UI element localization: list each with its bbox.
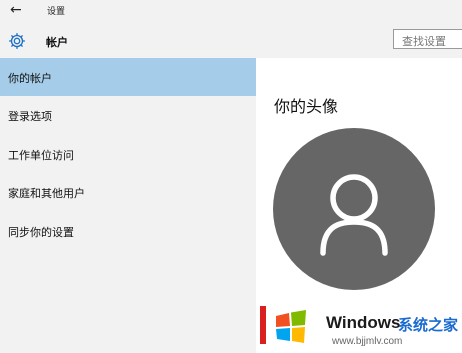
sidebar-item-your-account[interactable]: 你的帐户 — [0, 58, 256, 96]
search-placeholder: 查找设置 — [402, 35, 446, 48]
search-input[interactable]: 查找设置 — [393, 29, 462, 49]
watermark-url: www.bjjmlv.com — [332, 336, 403, 347]
user-silhouette-icon — [320, 174, 388, 256]
gear-icon — [9, 33, 25, 49]
watermark-site-name: 系统之家 — [398, 316, 459, 334]
sidebar-item-work-access[interactable]: 工作单位访问 — [0, 135, 256, 173]
sidebar-item-sign-in-options[interactable]: 登录选项 — [0, 96, 256, 134]
title-bar: ← 设置 — [0, 0, 462, 22]
sidebar-item-sync-settings[interactable]: 同步你的设置 — [0, 212, 256, 250]
sidebar-item-family-users[interactable]: 家庭和其他用户 — [0, 173, 256, 211]
watermark-brand: Windows — [326, 313, 401, 332]
sidebar-item-label: 你的帐户 — [8, 72, 52, 85]
header-bar: 帐户 查找设置 — [0, 22, 462, 58]
watermark: Windows 系统之家 www.bjjmlv.com — [260, 300, 462, 353]
watermark-red-mark — [260, 306, 266, 344]
windows-logo-icon — [276, 310, 306, 343]
sidebar-item-label: 同步你的设置 — [8, 226, 74, 239]
section-title: 帐户 — [46, 36, 68, 49]
sidebar-item-label: 工作单位访问 — [8, 149, 74, 162]
sidebar-item-label: 登录选项 — [8, 110, 52, 123]
sidebar-item-label: 家庭和其他用户 — [8, 187, 85, 200]
page-title: 你的头像 — [274, 97, 339, 116]
window-title: 设置 — [47, 7, 66, 17]
sidebar: 你的帐户 登录选项 工作单位访问 家庭和其他用户 同步你的设置 — [0, 58, 256, 353]
back-arrow-icon[interactable]: ← — [10, 3, 22, 17]
avatar[interactable] — [273, 128, 435, 290]
